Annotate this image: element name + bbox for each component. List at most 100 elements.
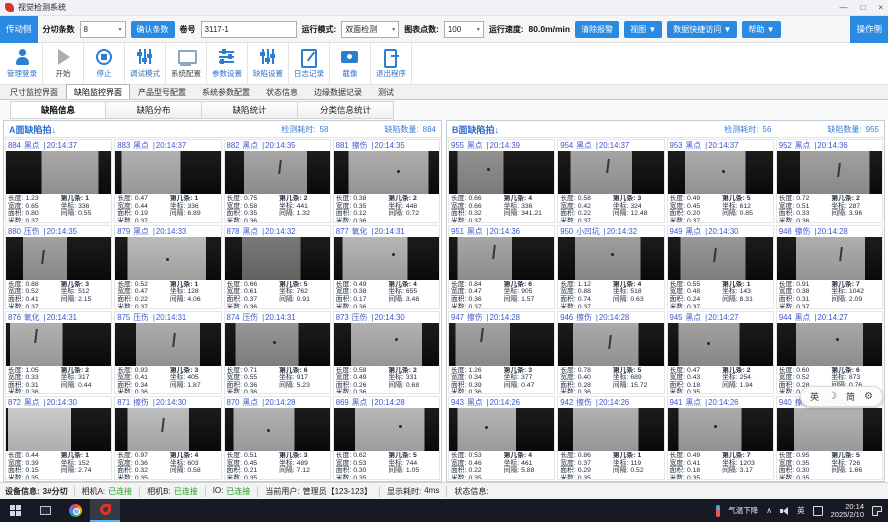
slit-count-select[interactable]: 8 ▾ (80, 21, 126, 38)
action-button[interactable]: 管理登录 (2, 43, 43, 84)
meter-value: 0.36 (468, 389, 481, 393)
gear-icon[interactable]: ⚙ (864, 391, 873, 402)
strip-value: 4 (413, 281, 417, 288)
defect-info-left: 长度:0.51 宽度:0.45 面积:0.21 米数:0.35 (227, 452, 280, 479)
defect-cell[interactable]: 880 压伤 | 20:14:35 长度:0.88 (5, 225, 112, 309)
roll-number-input[interactable] (201, 21, 297, 38)
operator-side-button[interactable]: 操作侧 (850, 16, 888, 43)
defect-cell[interactable]: 877 氧化 | 20:14:31 长度:0.49 (333, 225, 440, 309)
defect-cell[interactable]: 871 擦伤 | 20:14:30 长度:0.97 (114, 396, 221, 480)
defect-cell[interactable]: 882 黑点 | 20:14:35 长度:0.75 (224, 139, 331, 223)
defect-cell[interactable]: 950 小凹坑 | 20:14:32 长度:1.12 (557, 225, 664, 309)
maximize-button[interactable]: □ (860, 3, 865, 13)
length-value: 0.47 (135, 195, 148, 202)
area-label: 面积: (336, 296, 351, 303)
defect-cell[interactable]: 946 擦伤 | 20:14:28 长度:0.78 (557, 311, 664, 395)
start-button[interactable] (0, 499, 30, 522)
defect-cell[interactable]: 945 黑点 | 20:14:27 长度:0.47 (667, 311, 774, 395)
defect-cell[interactable]: 953 黑点 | 20:14:37 长度:0.49 (667, 139, 774, 223)
chart-points-select[interactable]: 100 ▾ (444, 21, 484, 38)
theme-moon-icon[interactable]: ☽ (828, 391, 837, 402)
defect-cell[interactable]: 874 压伤 | 20:14:31 长度:0.71 (224, 311, 331, 395)
defect-cell[interactable]: 875 压伤 | 20:14:31 长度:0.93 (114, 311, 221, 395)
defect-cell[interactable]: 873 压伤 | 20:14:30 长度:0.58 (333, 311, 440, 395)
area-value: 0.24 (687, 296, 700, 303)
main-tab[interactable]: 产品型号配置 (130, 84, 194, 99)
defect-cell[interactable]: 944 黑点 | 20:14:27 长度:0.60 (776, 311, 883, 395)
confirm-count-button[interactable]: 确认条数 (131, 21, 175, 38)
sub-tab[interactable]: 缺陷分布 (106, 101, 202, 119)
defect-cell[interactable]: 948 擦伤 | 20:14:28 长度:0.91 (776, 225, 883, 309)
action-button[interactable]: 开始 (43, 43, 84, 84)
sub-tab[interactable]: 缺陷信息 (10, 101, 106, 119)
action-button[interactable]: 系统配置 (166, 43, 207, 84)
defect-cell[interactable]: 942 擦伤 | 20:14:26 长度:0.86 (557, 396, 664, 480)
main-tab[interactable]: 测试 (370, 84, 402, 99)
drive-side-button[interactable]: 传动侧 (0, 16, 38, 43)
defect-cell[interactable]: 869 黑点 | 20:14:28 长度:0.62 (333, 396, 440, 480)
language-indicator[interactable]: 英 (797, 505, 805, 516)
defect-cell[interactable]: 951 黑点 | 20:14:36 长度:0.84 (448, 225, 555, 309)
defect-cell[interactable]: 947 擦伤 | 20:14:28 长度:1.26 (448, 311, 555, 395)
view-menu-button[interactable]: 视图 ▼ (624, 21, 662, 38)
main-tab[interactable]: 系统参数配置 (194, 84, 258, 99)
defect-cell[interactable]: 881 擦伤 | 20:14:35 长度:0.38 (333, 139, 440, 223)
data-access-menu-button[interactable]: 数据快捷访问 ▼ (667, 21, 737, 38)
defect-cell[interactable]: 878 黑点 | 20:14:32 长度:0.66 (224, 225, 331, 309)
action-button[interactable]: 截像 (330, 43, 371, 84)
defect-info: 长度:0.66 宽度:0.61 面积:0.37 米数:0.36 第几条:5 坐标… (225, 280, 330, 308)
defect-cell[interactable]: 876 氧化 | 20:14:31 长度:1.05 (5, 311, 112, 395)
minimize-button[interactable]: — (839, 3, 847, 13)
action-button[interactable]: 停止 (84, 43, 125, 84)
taskbar-clock[interactable]: 20:14 2025/2/10 (831, 503, 864, 519)
main-tab[interactable]: 边缘数据记录 (306, 84, 370, 99)
width-label: 宽度: (227, 460, 242, 467)
area-value: 0.31 (25, 382, 38, 389)
defect-cell[interactable]: 941 黑点 | 20:14:26 长度:0.49 (667, 396, 774, 480)
meter-value: 0.37 (135, 304, 148, 308)
action-button[interactable]: 缺陷设置 (248, 43, 289, 84)
run-speed-label: 运行速度: (489, 24, 524, 35)
defect-cell[interactable]: 870 黑点 | 20:14:28 长度:0.51 (224, 396, 331, 480)
lang-cn-button[interactable]: 简 (846, 390, 855, 403)
weather-text[interactable]: 气温下降 (728, 505, 758, 516)
help-menu-button[interactable]: 帮助 ▼ (742, 21, 780, 38)
length-label: 长度: (779, 367, 794, 374)
action-button[interactable]: 日志记录 (289, 43, 330, 84)
defect-cell[interactable]: 955 黑点 | 20:14:39 长度:0.66 (448, 139, 555, 223)
defect-cell[interactable]: 952 黑点 | 20:14:36 长度:0.72 (776, 139, 883, 223)
volume-icon[interactable] (780, 507, 789, 515)
defect-type: 黑点 (686, 397, 702, 408)
defect-cell[interactable]: 879 黑点 | 20:14:33 长度:0.52 (114, 225, 221, 309)
defect-cell[interactable]: 943 黑点 | 20:14:26 长度:0.53 (448, 396, 555, 480)
run-mode-select[interactable]: 双面检测 ▾ (341, 21, 399, 38)
lang-en-button[interactable]: 英 (810, 390, 819, 403)
main-tab[interactable]: 缺陷监控界面 (66, 84, 130, 99)
defect-cell[interactable]: 883 黑点 | 20:14:37 长度:0.47 (114, 139, 221, 223)
sub-tab[interactable]: 分类信息统计 (298, 101, 394, 119)
action-center-icon[interactable] (872, 506, 882, 516)
coord-value: 512 (78, 288, 89, 295)
main-tab[interactable]: 状态信息 (258, 84, 306, 99)
action-button[interactable]: 参数设置 (207, 43, 248, 84)
area-value: 0.30 (353, 467, 366, 474)
inspection-app-taskbar-button[interactable] (90, 499, 120, 522)
main-tab[interactable]: 尺寸监控界面 (2, 84, 66, 99)
defect-cell[interactable]: 940 擦伤 | 20:14:26 长度:0.95 (776, 396, 883, 480)
defect-cell[interactable]: 872 黑点 | 20:14:30 长度:0.44 (5, 396, 112, 480)
run-speed-value: 80.0m/min (529, 24, 571, 34)
ime-icon[interactable] (813, 506, 823, 516)
action-button[interactable]: 调试模式 (125, 43, 166, 84)
tray-expand-icon[interactable]: ∧ (766, 506, 772, 515)
gap-label: 间隔: (722, 382, 737, 389)
close-button[interactable]: × (878, 3, 883, 13)
task-view-button[interactable] (30, 499, 60, 522)
action-button[interactable]: 退出程序 (371, 43, 412, 84)
browser-taskbar-button[interactable] (60, 499, 90, 522)
defect-cell[interactable]: 954 黑点 | 20:14:37 长度:0.58 (557, 139, 664, 223)
defect-cell[interactable]: 884 黑点 | 20:14:37 长度:1.23 (5, 139, 112, 223)
strip-value: 3 (85, 281, 89, 288)
sub-tab[interactable]: 缺陷统计 (202, 101, 298, 119)
clear-alarm-button[interactable]: 清除报警 (575, 21, 619, 38)
defect-cell[interactable]: 949 黑点 | 20:14:30 长度:0.55 (667, 225, 774, 309)
